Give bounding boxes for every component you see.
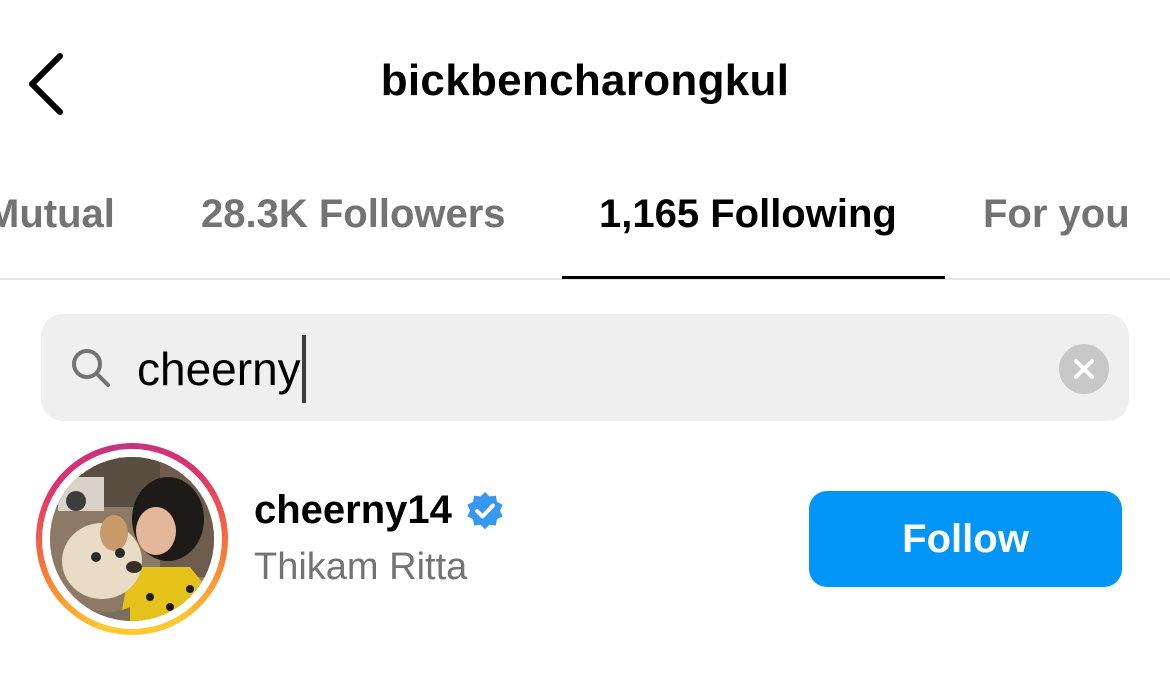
page-title: bickbencharongkul (380, 56, 790, 105)
search-icon (72, 349, 110, 387)
tab-following[interactable]: 1,165 Following (599, 192, 897, 237)
username: cheerny14 (254, 488, 452, 532)
text-caret (301, 335, 306, 403)
tab-bar: Mutual 28.3K Followers 1,165 Following F… (0, 170, 1170, 280)
search-input-value: cheerny (137, 343, 301, 395)
story-ring[interactable] (36, 443, 228, 635)
full-name: Thikam Ritta (254, 546, 468, 588)
tab-for-you[interactable]: For you (983, 192, 1130, 237)
avatar (50, 457, 214, 621)
active-tab-indicator (562, 276, 945, 279)
tab-followers[interactable]: 28.3K Followers (201, 192, 506, 237)
follow-button[interactable]: Follow (809, 491, 1122, 587)
clear-icon (1074, 359, 1094, 379)
top-bar: bickbencharongkul (0, 0, 1170, 170)
username-row[interactable]: cheerny14 (254, 488, 506, 533)
verified-badge-icon (467, 491, 503, 529)
search-input[interactable]: cheerny (137, 335, 306, 403)
list-item[interactable]: cheerny14 Thikam Ritta Follow (0, 440, 1170, 640)
search-bar[interactable]: cheerny (41, 314, 1129, 421)
avatar-photo (50, 457, 214, 621)
clear-search-button[interactable] (1059, 344, 1109, 394)
tab-mutual[interactable]: Mutual (0, 192, 115, 237)
